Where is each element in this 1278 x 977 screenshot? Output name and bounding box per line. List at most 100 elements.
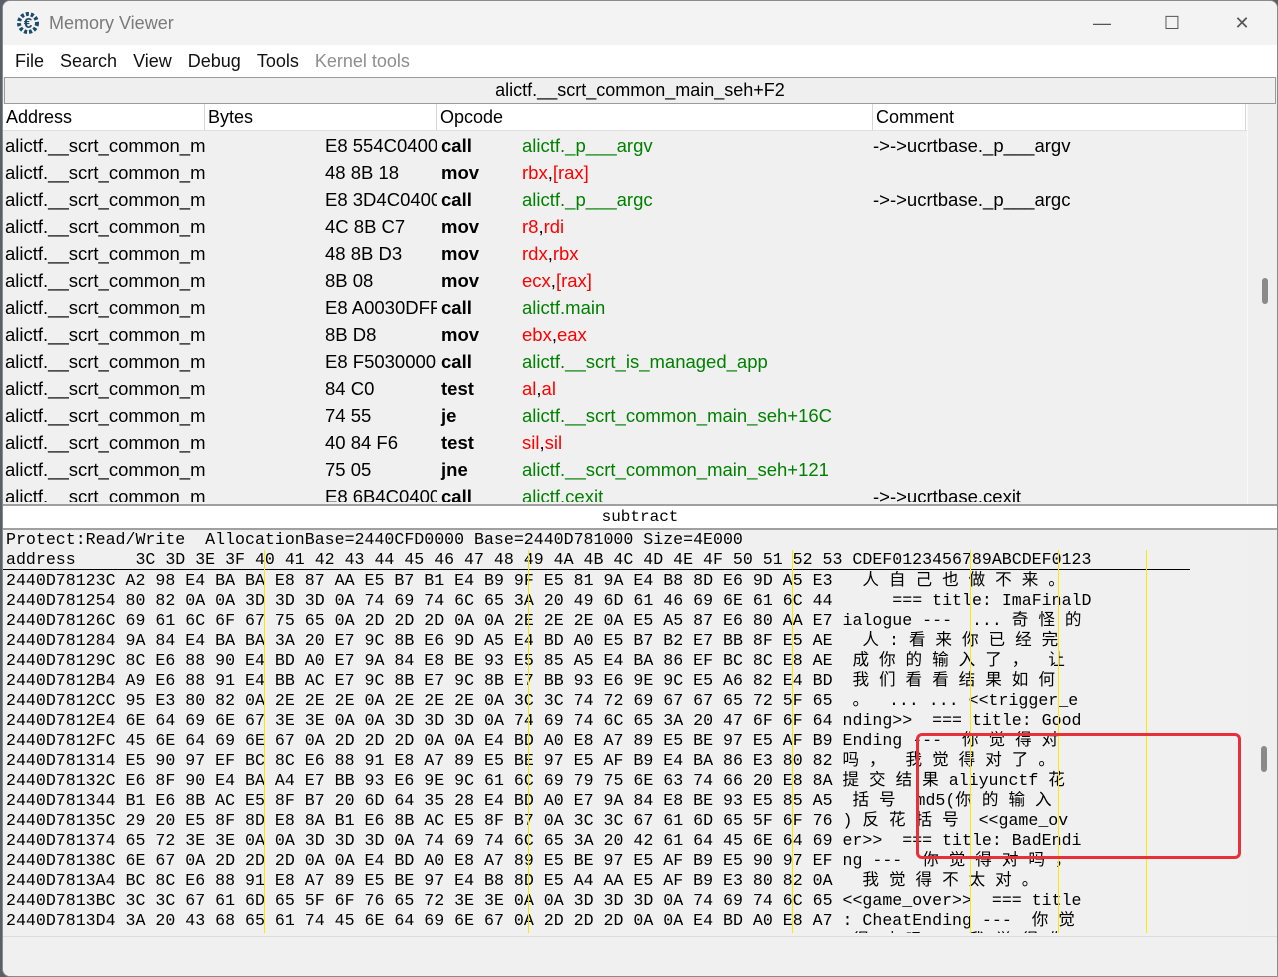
hex-row[interactable]: 2440D78126C 69 61 6C 6F 67 75 65 0A 2D 2… (3, 611, 1247, 631)
minimize-button[interactable]: — (1067, 1, 1137, 45)
hex-row-text[interactable]: ialogue --- ... 奇 怪 的 (843, 611, 1082, 630)
hex-row-bytes[interactable]: B1 E6 8B AC E5 8F B7 20 6D 64 35 28 E4 B… (126, 791, 833, 810)
hex-row[interactable]: 2440D78138C 6E 67 0A 2D 2D 2D 0A 0A E4 B… (3, 851, 1247, 871)
hex-row[interactable]: 2440D781344 B1 E6 8B AC E5 8F B7 20 6D 6… (3, 791, 1247, 811)
disassembler-view[interactable]: Address Bytes Opcode Comment alictf.__sc… (3, 104, 1277, 504)
hex-row-text[interactable]: er>> === title: BadEndi (843, 831, 1082, 850)
operand-register: [rax] (555, 270, 592, 291)
hex-row-bytes[interactable]: 65 72 3E 3E 0A 0A 3D 3D 3D 0A 74 69 74 6… (126, 831, 833, 850)
column-header-address[interactable]: Address (3, 104, 205, 130)
hex-row[interactable]: 2440D78132C E6 8F 90 E4 BA A4 E7 BB 93 E… (3, 771, 1247, 791)
hex-row-bytes[interactable]: A9 E6 88 91 E4 BB AC E7 9C 8B E7 9C 8B E… (126, 671, 833, 690)
hex-row-text[interactable]: 括 号 md5(你 的 输 入 (843, 791, 1051, 810)
hex-row-text[interactable]: : CheatEnding --- 你 觉 (843, 911, 1075, 930)
hex-row-bytes[interactable]: E5 90 97 EF BC 8C E6 88 91 E8 A7 89 E5 B… (126, 751, 833, 770)
hex-row-text[interactable]: <<game_over>> === title (843, 891, 1082, 910)
hex-row-text[interactable]: 人 自 己 也 做 不 来 。 (843, 571, 1064, 590)
hex-row-text[interactable]: 人 : 看 来 你 已 经 完 (843, 631, 1058, 650)
menu-search[interactable]: Search (52, 51, 125, 72)
hex-row[interactable]: 2440D7813A4 BC 8C E6 88 91 E8 A7 89 E5 B… (3, 871, 1247, 891)
hex-row-text[interactable]: ng --- 你 觉 得 对 吗 ， (843, 851, 1072, 870)
disassembler-row[interactable]: alictf.__scrt_common_m 8B 08 mov ecx,[rax] (3, 267, 1247, 294)
hex-row-text[interactable]: 成 你 的 输 入 了 ， 让 (843, 651, 1064, 670)
hex-row[interactable]: 2440D7813BC 3C 3C 67 61 6D 65 5F 6F 76 6… (3, 891, 1247, 911)
hex-header: address 3C 3D 3E 3F 40 41 42 43 44 45 46… (3, 550, 1190, 570)
hex-row[interactable]: 2440D7812E4 6E 64 69 6E 67 3E 3E 0A 0A 3… (3, 711, 1247, 731)
hex-row-text[interactable]: 我 觉 得 不 太 对 。 (843, 871, 1038, 890)
hex-row-bytes[interactable]: 3A 20 43 68 65 61 74 45 6E 64 69 6E 67 0… (126, 911, 833, 930)
hex-row-text[interactable]: nding>> === title: Good (843, 711, 1082, 730)
hex-row-bytes[interactable]: 89 E5 BE 97 E5 AF B9 E5 90 97 EF BC 8C E… (126, 931, 833, 933)
hex-row-text[interactable]: 得 对 吗 ， 我 觉 得 你 (843, 931, 1064, 933)
hex-row[interactable]: 2440D781284 9A 84 E4 BA BA 3A 20 E7 9C 8… (3, 631, 1247, 651)
scrollbar-thumb[interactable] (1261, 746, 1267, 772)
menu-debug[interactable]: Debug (180, 51, 249, 72)
hex-row-bytes[interactable]: 8C E6 88 90 E4 BD A0 E7 9A 84 E8 BE 93 E… (126, 651, 833, 670)
hex-row[interactable]: 2440D781314 E5 90 97 EF BC 8C E6 88 91 E… (3, 751, 1247, 771)
row-comment: ->->ucrtbase._p___argc (873, 189, 1071, 210)
disassembler-scrollbar[interactable] (1247, 104, 1277, 504)
operand-register: r8 (522, 216, 539, 237)
disassembler-row[interactable]: alictf.__scrt_common_m 84 C0 test al,al (3, 375, 1247, 402)
hex-row-text[interactable]: 提 交 结 果 aliyunctf 花 (843, 771, 1065, 790)
disassembler-row[interactable]: alictf.__scrt_common_m 75 05 jne alictf.__s… (3, 456, 1247, 483)
disassembler-row[interactable]: alictf.__scrt_common_m 74 55 je alictf.__sc… (3, 402, 1247, 429)
hex-row-bytes[interactable]: 95 E3 80 82 0A 2E 2E 2E 0A 2E 2E 2E 0A 3… (126, 691, 833, 710)
hex-row-bytes[interactable]: A2 98 E4 BA BA E8 87 AA E5 B7 B1 E4 B9 9… (126, 571, 833, 590)
hex-row[interactable]: 2440D7813EC 89 E5 BE 97 E5 AF B9 E5 90 9… (3, 931, 1247, 933)
hex-row-bytes[interactable]: E6 8F 90 E4 BA A4 E7 BB 93 E6 9E 9C 61 6… (126, 771, 833, 790)
hex-row-bytes[interactable]: 9A 84 E4 BA BA 3A 20 E7 9C 8B E6 9D A5 E… (126, 631, 833, 650)
disassembler-row[interactable]: alictf.__scrt_common_m 48 8B 18 mov rbx,[ra… (3, 159, 1247, 186)
column-header-opcode[interactable]: Opcode (437, 104, 873, 130)
disassembler-row[interactable]: alictf.__scrt_common_m 48 8B D3 mov rdx,rbx (3, 240, 1247, 267)
hex-row-bytes[interactable]: 6E 64 69 6E 67 3E 3E 0A 0A 3D 3D 3D 0A 7… (126, 711, 833, 730)
hex-row[interactable]: 2440D781254 80 82 0A 0A 3D 3D 3D 0A 74 6… (3, 591, 1247, 611)
hex-row-bytes[interactable]: 80 82 0A 0A 3D 3D 3D 0A 74 69 74 6C 65 3… (126, 591, 833, 610)
row-bytes: 48 8B 18 (325, 162, 400, 183)
menu-tools[interactable]: Tools (249, 51, 307, 72)
hex-row-bytes[interactable]: BC 8C E6 88 91 E8 A7 89 E5 BE 97 E4 B8 8… (126, 871, 833, 890)
hex-row-bytes[interactable]: 45 6E 64 69 6E 67 0A 2D 2D 2D 0A 0A E4 B… (126, 731, 833, 750)
disassembler-row[interactable]: alictf.__scrt_common_m 40 84 F6 test sil,si… (3, 429, 1247, 456)
disassembler-row[interactable]: alictf.__scrt_common_m 4C 8B C7 mov r8,rdi (3, 213, 1247, 240)
hex-row[interactable]: 2440D7812CC 95 E3 80 82 0A 2E 2E 2E 0A 2… (3, 691, 1247, 711)
hex-view[interactable]: Protect:Read/Write AllocationBase=2440CF… (3, 530, 1277, 933)
hex-row-address: 2440D781314 (6, 751, 116, 770)
hex-row-text[interactable]: 。 ... ... <<trigger_e (843, 691, 1078, 710)
hex-row[interactable]: 2440D7813D4 3A 20 43 68 65 61 74 45 6E 6… (3, 911, 1247, 931)
close-button[interactable]: ✕ (1207, 1, 1277, 45)
title-bar[interactable]: € Memory Viewer — ☐ ✕ (3, 1, 1277, 45)
hex-row-bytes[interactable]: 29 20 E5 8F 8D E8 8A B1 E6 8B AC E5 8F B… (126, 811, 833, 830)
hex-row-bytes[interactable]: 6E 67 0A 2D 2D 2D 0A 0A E4 BD A0 E8 A7 8… (126, 851, 833, 870)
menu-file[interactable]: File (7, 51, 52, 72)
menu-view[interactable]: View (125, 51, 180, 72)
hex-row-text[interactable]: 我 们 看 看 结 果 如 何 (843, 671, 1054, 690)
hex-row[interactable]: 2440D7812B4 A9 E6 88 91 E4 BB AC E7 9C 8… (3, 671, 1247, 691)
disassembler-row[interactable]: alictf.__scrt_common_m E8 F5030000 call ali… (3, 348, 1247, 375)
hex-row-address: 2440D7812B4 (6, 671, 116, 690)
hex-row[interactable]: 2440D7812FC 45 6E 64 69 6E 67 0A 2D 2D 2… (3, 731, 1247, 751)
hex-row-bytes[interactable]: 69 61 6C 6F 67 75 65 0A 2D 2D 2D 0A 0A 2… (126, 611, 833, 630)
disassembler-row[interactable]: alictf.__scrt_common_m 8B D8 mov ebx,eax (3, 321, 1247, 348)
hex-row[interactable]: 2440D78123C A2 98 E4 BA BA E8 87 AA E5 B… (3, 571, 1247, 591)
hex-row-text[interactable]: Ending --- 你 觉 得 对 (843, 731, 1059, 750)
hex-row-text[interactable]: 吗 ， 我 觉 得 对 了 。 (843, 751, 1055, 770)
hex-row-bytes[interactable]: 3C 3C 67 61 6D 65 5F 6F 76 65 72 3E 3E 0… (126, 891, 833, 910)
maximize-button[interactable]: ☐ (1137, 1, 1207, 45)
disassembler-row[interactable]: alictf.__scrt_common_m E8 554C0400 call ali… (3, 132, 1247, 159)
status-splitter[interactable]: subtract (3, 504, 1277, 530)
hex-row[interactable]: 2440D78129C 8C E6 88 90 E4 BD A0 E7 9A 8… (3, 651, 1247, 671)
disassembler-row[interactable]: alictf.__scrt_common_m E8 6B4C0400 call ali… (3, 483, 1247, 502)
scrollbar-thumb[interactable] (1262, 277, 1268, 304)
hex-row[interactable]: 2440D781374 65 72 3E 3E 0A 0A 3D 3D 3D 0… (3, 831, 1247, 851)
disassembler-row[interactable]: alictf.__scrt_common_m E8 3D4C0400 call ali… (3, 186, 1247, 213)
group-separator (970, 550, 971, 933)
hex-scrollbar[interactable] (1247, 530, 1277, 930)
hex-row-text[interactable]: ) 反 花 括 号 <<game_ov (843, 811, 1069, 830)
disassembler-row[interactable]: alictf.__scrt_common_m E8 A0030DFF call ali… (3, 294, 1247, 321)
hex-row[interactable]: 2440D78135C 29 20 E5 8F 8D E8 8A B1 E6 8… (3, 811, 1247, 831)
current-address-bar[interactable]: alictf.__scrt_common_main_seh+F2 (4, 77, 1276, 104)
hex-row-text[interactable]: === title: ImaFinalD (843, 591, 1091, 610)
column-header-comment[interactable]: Comment (873, 104, 1246, 130)
column-header-bytes[interactable]: Bytes (205, 104, 437, 130)
